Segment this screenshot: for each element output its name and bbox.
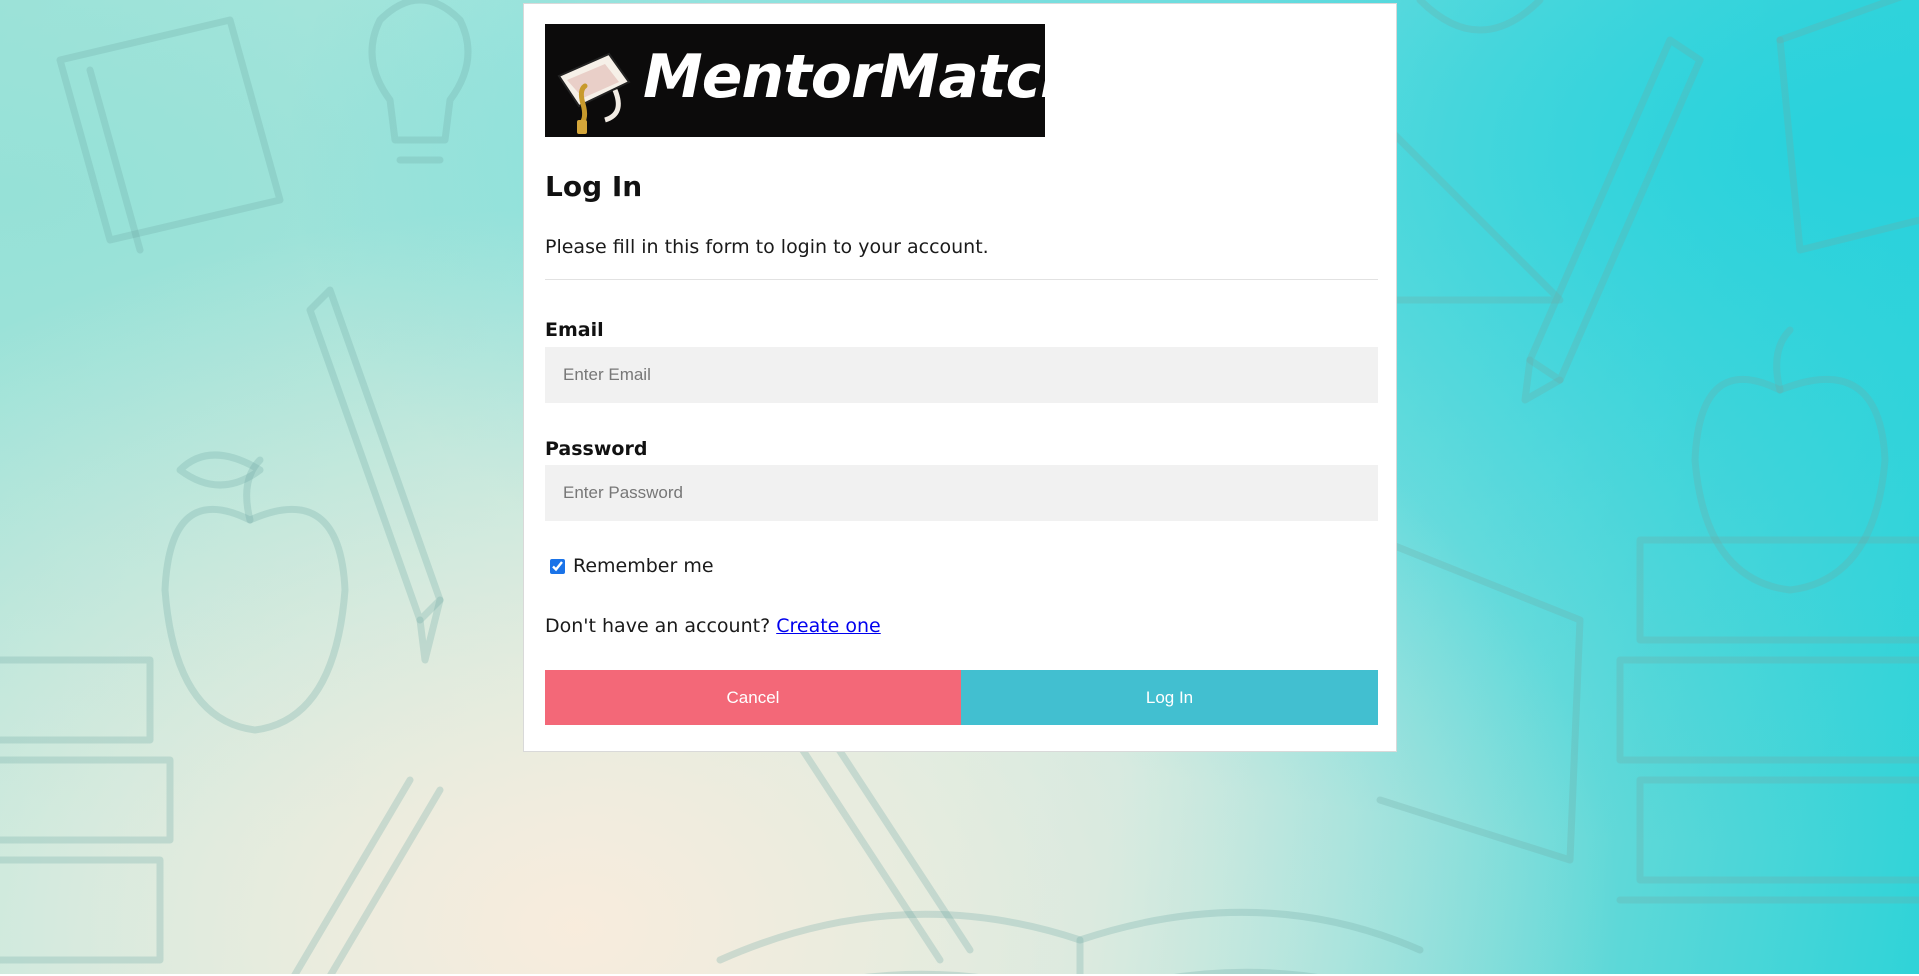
divider <box>545 279 1378 280</box>
email-label: Email <box>545 319 604 341</box>
brand-logo: MentorMatch <box>545 24 1045 137</box>
remember-me-label: Remember me <box>573 555 714 577</box>
signup-prompt-text: Don't have an account? <box>545 615 771 637</box>
login-button[interactable]: Log In <box>961 670 1378 725</box>
create-account-link[interactable]: Create one <box>776 615 881 637</box>
signup-prompt: Don't have an account? Create one <box>545 615 881 637</box>
form-description: Please fill in this form to login to you… <box>545 236 989 258</box>
email-field[interactable] <box>545 347 1378 403</box>
remember-me[interactable]: Remember me <box>545 555 714 577</box>
login-card: MentorMatch Log In Please fill in this f… <box>523 3 1397 752</box>
brand-name: MentorMatch <box>643 42 1045 112</box>
cancel-button[interactable]: Cancel <box>545 670 961 725</box>
page-title: Log In <box>545 170 643 203</box>
remember-me-checkbox[interactable] <box>550 558 565 574</box>
password-field[interactable] <box>545 465 1378 521</box>
password-label: Password <box>545 438 648 460</box>
